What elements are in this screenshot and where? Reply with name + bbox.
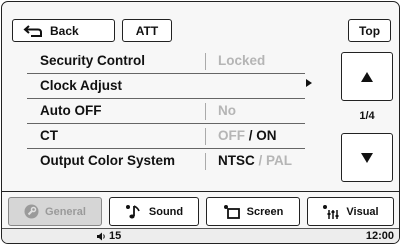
menu-item-value: OFF / ON <box>218 128 277 143</box>
triangle-up-icon <box>361 71 373 82</box>
menu-item-security-control[interactable]: Security Control Locked <box>27 49 305 74</box>
tab-label: Screen <box>246 205 284 218</box>
tab-screen[interactable]: Screen <box>206 197 300 226</box>
status-bar: 15 12:00 <box>2 228 399 243</box>
column-divider <box>205 128 206 145</box>
top-button[interactable]: Top <box>348 19 391 42</box>
back-button[interactable]: Back <box>12 19 115 42</box>
menu-item-ct[interactable]: CT OFF / ON <box>27 124 305 149</box>
option-pal: PAL <box>266 153 293 168</box>
triangle-down-icon <box>361 152 373 163</box>
menu-item-label: CT <box>40 128 58 143</box>
category-tab-bar: General Sound Screen Visual <box>2 191 399 228</box>
equalizer-icon <box>323 204 339 219</box>
option-separator: / <box>254 153 267 168</box>
option-off: OFF <box>218 128 245 143</box>
menu-item-label: Security Control <box>40 53 146 68</box>
tab-label: Sound <box>148 205 184 218</box>
settings-menu-list: Security Control Locked Clock Adjust Aut… <box>27 49 305 174</box>
menu-item-output-color-system[interactable]: Output Color System NTSC / PAL <box>27 149 305 174</box>
top-label: Top <box>358 23 381 38</box>
tab-general[interactable]: General <box>8 197 102 226</box>
scroll-down-button[interactable] <box>341 133 393 182</box>
att-button[interactable]: ATT <box>122 19 172 42</box>
column-divider <box>205 103 206 120</box>
volume-indicator: 15 <box>97 230 121 242</box>
submenu-arrow-icon <box>306 79 312 87</box>
clock: 12:00 <box>365 230 394 242</box>
menu-item-clock-adjust[interactable]: Clock Adjust <box>27 74 305 99</box>
tab-sound[interactable]: Sound <box>109 197 199 226</box>
tab-label: General <box>45 205 86 218</box>
menu-item-label: Auto OFF <box>40 103 102 118</box>
music-note-icon <box>125 204 140 218</box>
option-on-selected: ON <box>256 128 277 143</box>
back-arrow-icon <box>23 24 42 37</box>
menu-item-auto-off[interactable]: Auto OFF No <box>27 99 305 124</box>
option-ntsc-selected: NTSC <box>218 153 255 168</box>
menu-item-value: No <box>218 103 236 118</box>
column-divider <box>205 153 206 170</box>
option-separator: / <box>245 128 257 143</box>
menu-item-value: NTSC / PAL <box>218 153 292 168</box>
wrench-icon <box>24 204 39 219</box>
settings-screen: Back ATT Top Security Control Locked Clo… <box>1 1 400 244</box>
att-label: ATT <box>135 23 159 38</box>
column-divider <box>205 53 206 70</box>
scroll-up-button[interactable] <box>341 52 393 101</box>
menu-item-label: Output Color System <box>40 153 176 168</box>
tab-visual[interactable]: Visual <box>307 197 394 226</box>
screen-icon <box>223 204 240 219</box>
page-indicator: 1/4 <box>359 110 375 122</box>
back-label: Back <box>50 23 79 38</box>
speaker-icon <box>97 232 105 240</box>
menu-item-value: Locked <box>218 53 266 68</box>
menu-item-label: Clock Adjust <box>40 78 123 93</box>
volume-level: 15 <box>109 230 122 242</box>
tab-label: Visual <box>346 205 379 218</box>
